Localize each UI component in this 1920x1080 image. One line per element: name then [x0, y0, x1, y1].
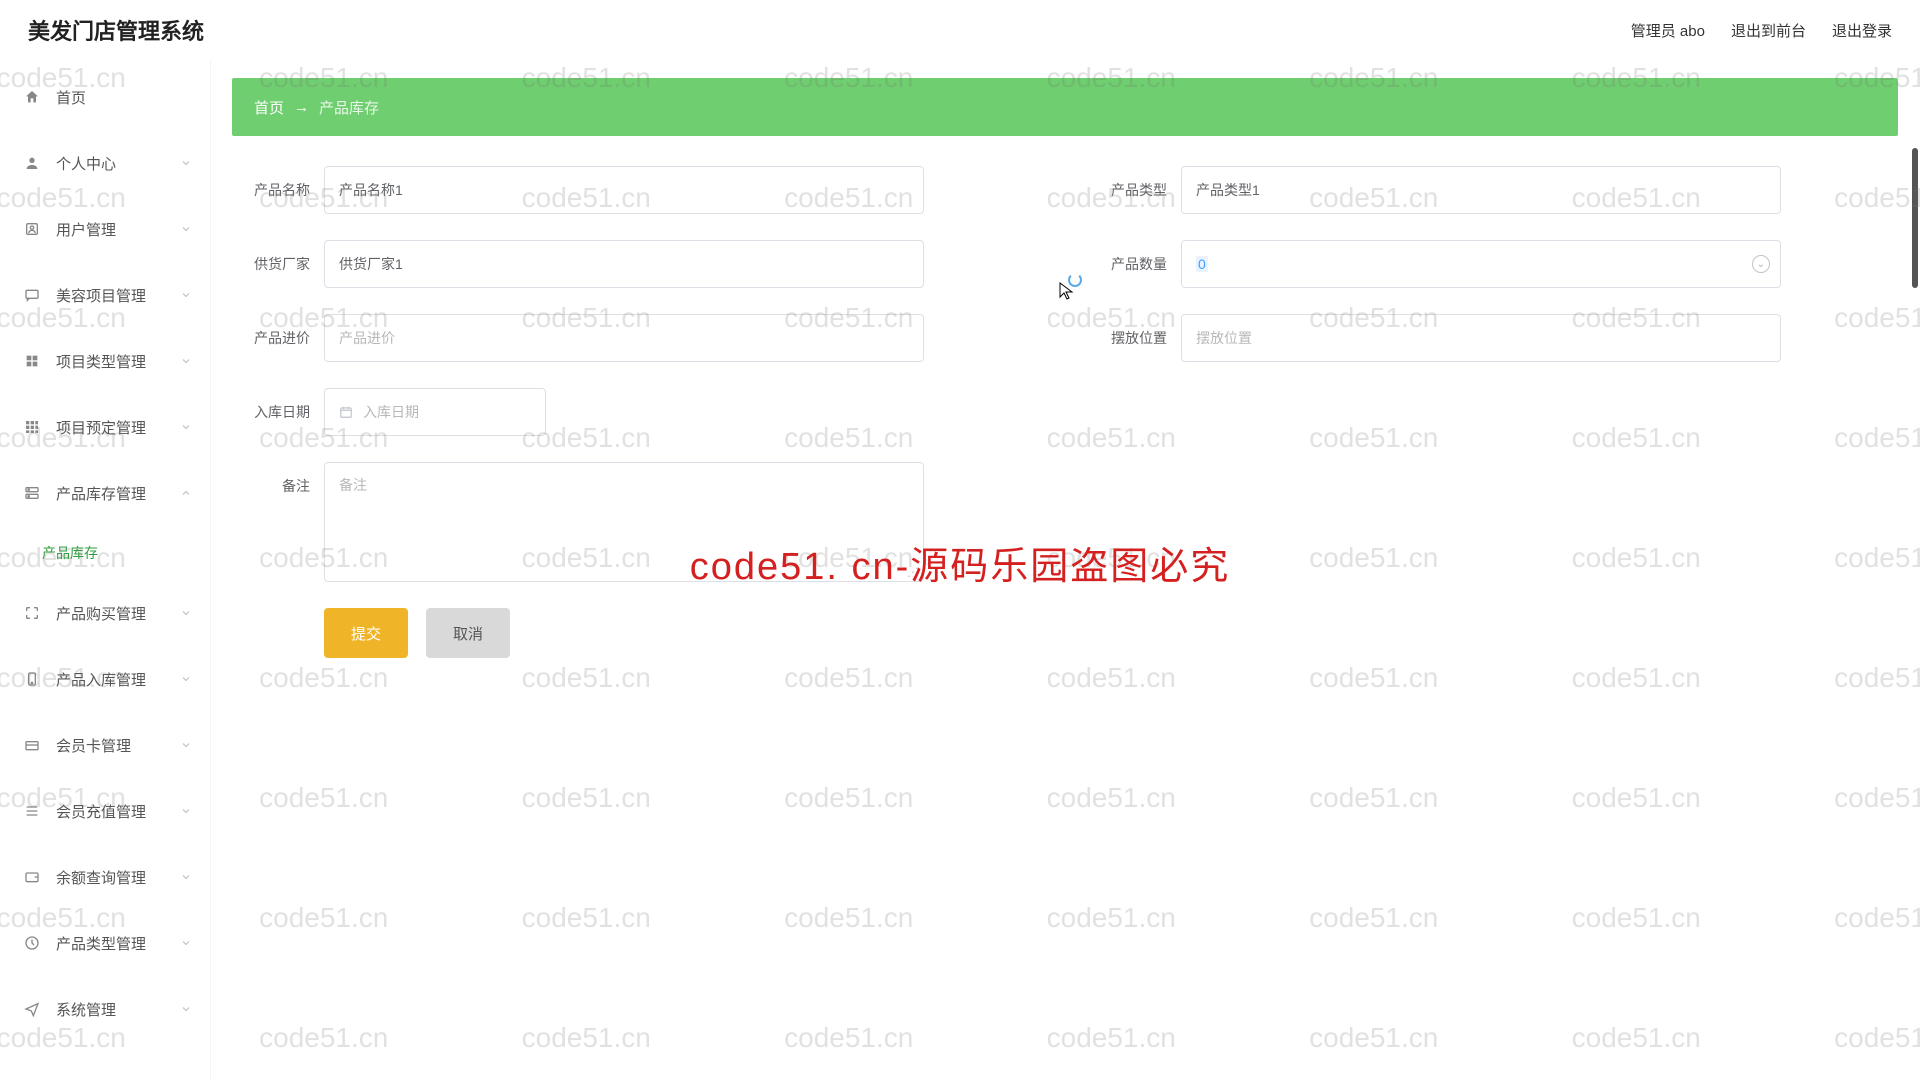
label-remark: 备注	[238, 476, 310, 496]
sidebar-item-label: 产品库存管理	[56, 483, 146, 504]
input-supplier[interactable]: 供货厂家1	[324, 240, 924, 288]
textarea-resize-handle[interactable]: ⋰	[907, 565, 919, 579]
sidebar-item-12[interactable]: 产品类型管理	[0, 910, 210, 976]
chevron-down-icon	[180, 673, 192, 685]
go-frontend-link[interactable]: 退出到前台	[1731, 20, 1806, 41]
chevron-down-icon	[180, 1003, 192, 1015]
input-remark[interactable]: 备注 ⋰	[324, 462, 924, 582]
input-quantity[interactable]: 0 ⌄	[1181, 240, 1781, 288]
sidebar-item-5[interactable]: 项目预定管理	[0, 394, 210, 460]
sidebar-item-1[interactable]: 个人中心	[0, 130, 210, 196]
main-content: 首页 → 产品库存 产品名称 产品名称1 产品类型 产品类型1 供货厂家 供货厂…	[210, 60, 1920, 1080]
sidebar-item-label: 产品类型管理	[56, 933, 146, 954]
sidebar-item-3[interactable]: 美容项目管理	[0, 262, 210, 328]
breadcrumb-current: 产品库存	[319, 97, 379, 118]
sidebar-subitem-inventory[interactable]: 产品库存	[42, 526, 210, 580]
sidebar-item-label: 余额查询管理	[56, 867, 146, 888]
label-quantity: 产品数量	[1095, 254, 1167, 274]
chevron-down-icon	[180, 421, 192, 433]
chat-icon	[22, 287, 42, 303]
sidebar-item-label: 产品购买管理	[56, 603, 146, 624]
chevron-down-icon	[180, 487, 192, 499]
quantity-stepper-icon[interactable]: ⌄	[1752, 255, 1770, 273]
grid9-icon	[22, 419, 42, 435]
input-product-type[interactable]: 产品类型1	[1181, 166, 1781, 214]
input-cost[interactable]: 产品进价	[324, 314, 924, 362]
sidebar-item-6[interactable]: 产品库存管理	[0, 460, 210, 526]
users-icon	[22, 221, 42, 237]
sidebar-item-label: 首页	[56, 87, 86, 108]
wallet-icon	[22, 869, 42, 885]
label-location: 摆放位置	[1095, 328, 1167, 348]
logout-link[interactable]: 退出登录	[1832, 20, 1892, 41]
label-supplier: 供货厂家	[238, 254, 310, 274]
input-in-date[interactable]: 入库日期	[324, 388, 546, 436]
input-product-name[interactable]: 产品名称1	[324, 166, 924, 214]
clock-icon	[22, 935, 42, 951]
sidebar-item-label: 项目类型管理	[56, 351, 146, 372]
sidebar-submenu: 产品库存	[0, 526, 210, 580]
quantity-value: 0	[1196, 256, 1208, 272]
sidebar-item-2[interactable]: 用户管理	[0, 196, 210, 262]
breadcrumb: 首页 → 产品库存	[232, 78, 1898, 136]
hdd-icon	[22, 737, 42, 753]
submit-button[interactable]: 提交	[324, 608, 408, 658]
server-icon	[22, 485, 42, 501]
sidebar-item-label: 系统管理	[56, 999, 116, 1020]
chevron-down-icon	[180, 871, 192, 883]
chevron-down-icon	[180, 937, 192, 949]
breadcrumb-separator: →	[294, 99, 309, 116]
chevron-down-icon	[180, 805, 192, 817]
label-product-type: 产品类型	[1095, 180, 1167, 200]
product-form: 产品名称 产品名称1 产品类型 产品类型1 供货厂家 供货厂家1 产品数量 0 …	[232, 158, 1898, 666]
remark-placeholder: 备注	[339, 477, 367, 493]
sidebar-item-8[interactable]: 产品入库管理	[0, 646, 210, 712]
sidebar-item-0[interactable]: 首页	[0, 64, 210, 130]
label-product-name: 产品名称	[238, 180, 310, 200]
sidebar-item-7[interactable]: 产品购买管理	[0, 580, 210, 646]
phone-icon	[22, 671, 42, 687]
expand-icon	[22, 605, 42, 621]
label-in-date: 入库日期	[238, 402, 310, 422]
sidebar-item-9[interactable]: 会员卡管理	[0, 712, 210, 778]
form-actions: 提交 取消	[324, 608, 1892, 658]
breadcrumb-home[interactable]: 首页	[254, 97, 284, 118]
send-icon	[22, 1001, 42, 1017]
sidebar-item-label: 项目预定管理	[56, 417, 146, 438]
grid4-icon	[22, 353, 42, 369]
user-icon	[22, 155, 42, 171]
sidebar-item-4[interactable]: 项目类型管理	[0, 328, 210, 394]
calendar-icon	[339, 405, 353, 419]
sidebar-item-10[interactable]: 会员充值管理	[0, 778, 210, 844]
in-date-placeholder: 入库日期	[363, 402, 419, 422]
sidebar-item-label: 会员卡管理	[56, 735, 131, 756]
header-links: 管理员 abo 退出到前台 退出登录	[1631, 20, 1892, 41]
sidebar-item-13[interactable]: 系统管理	[0, 976, 210, 1042]
chevron-down-icon	[180, 607, 192, 619]
label-cost: 产品进价	[238, 328, 310, 348]
top-header: 美发门店管理系统 管理员 abo 退出到前台 退出登录	[0, 0, 1920, 60]
sidebar-item-label: 个人中心	[56, 153, 116, 174]
chevron-down-icon	[180, 739, 192, 751]
vertical-scrollbar-thumb[interactable]	[1912, 148, 1918, 288]
sidebar: 首页个人中心用户管理美容项目管理项目类型管理项目预定管理产品库存管理产品库存产品…	[0, 60, 210, 1080]
menu-icon	[22, 803, 42, 819]
chevron-down-icon	[180, 289, 192, 301]
home-icon	[22, 89, 42, 105]
current-user-label[interactable]: 管理员 abo	[1631, 20, 1705, 41]
cancel-button[interactable]: 取消	[426, 608, 510, 658]
chevron-down-icon	[180, 355, 192, 367]
chevron-down-icon	[180, 157, 192, 169]
sidebar-item-label: 会员充值管理	[56, 801, 146, 822]
input-location[interactable]: 摆放位置	[1181, 314, 1781, 362]
app-title: 美发门店管理系统	[28, 14, 204, 46]
sidebar-item-label: 美容项目管理	[56, 285, 146, 306]
chevron-down-icon	[180, 223, 192, 235]
sidebar-item-label: 用户管理	[56, 219, 116, 240]
sidebar-item-label: 产品入库管理	[56, 669, 146, 690]
sidebar-item-11[interactable]: 余额查询管理	[0, 844, 210, 910]
